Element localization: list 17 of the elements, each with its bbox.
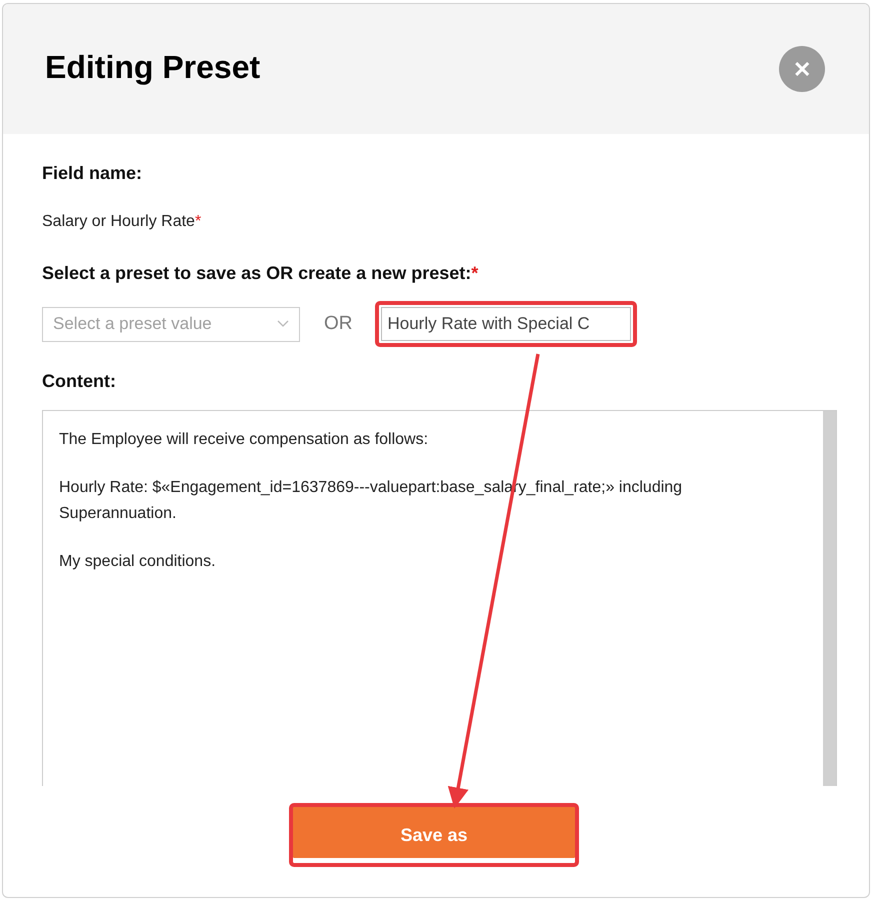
required-mark: *	[471, 262, 478, 285]
preset-select[interactable]: Select a preset value	[42, 306, 300, 342]
required-mark: *	[194, 212, 202, 232]
dialog-title: Editing Preset	[45, 48, 260, 87]
field-name-label: Field name:	[42, 162, 144, 185]
content-label: Content:	[42, 370, 117, 393]
preset-label: Select a preset to save as OR create a new preset:	[42, 262, 472, 285]
scrollbar[interactable]	[823, 411, 836, 786]
select-placeholder: Select a preset value	[53, 313, 212, 336]
field-name-value: Salary or Hourly Rate	[42, 212, 195, 232]
content-paragraph: The Employee will receive compensation as follows:	[59, 430, 430, 450]
or-separator: OR	[324, 312, 352, 336]
close-button[interactable]: ✕	[779, 46, 825, 92]
chevron-down-icon	[277, 320, 289, 328]
new-preset-input[interactable]: Hourly Rate with Special C	[374, 301, 636, 347]
content-paragraph: My special conditions.	[59, 552, 217, 572]
save-as-button[interactable]: Save as	[289, 803, 579, 867]
